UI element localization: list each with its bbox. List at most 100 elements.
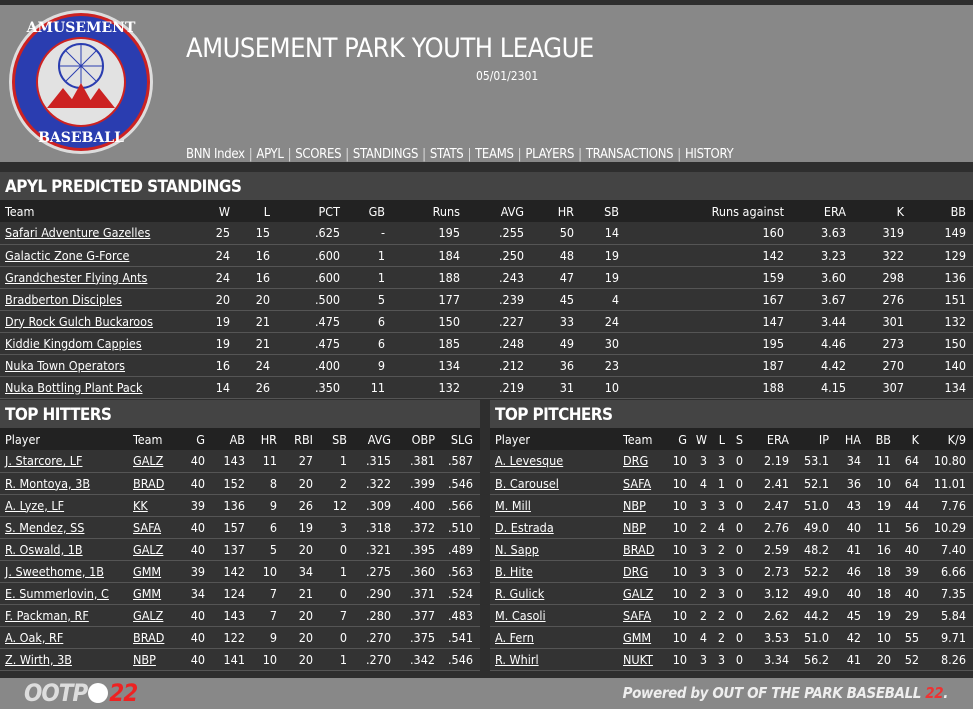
nav-link-standings[interactable]: STANDINGS: [353, 147, 419, 162]
column-header[interactable]: S: [732, 428, 750, 450]
team-link[interactable]: BRAD: [133, 630, 164, 645]
column-header[interactable]: Team: [128, 428, 176, 450]
player-link[interactable]: J. Starcore, LF: [5, 453, 82, 468]
player-link[interactable]: B. Hite: [495, 564, 533, 579]
player-link[interactable]: A. Levesque: [495, 453, 563, 468]
column-header[interactable]: Runs: [392, 200, 467, 222]
column-header[interactable]: ERA: [750, 428, 796, 450]
cell: 10: [668, 450, 694, 473]
column-header[interactable]: AVG: [354, 428, 398, 450]
column-header[interactable]: SLG: [442, 428, 480, 450]
column-header[interactable]: AB: [212, 428, 252, 450]
team-link[interactable]: NUKT: [623, 652, 653, 667]
column-header[interactable]: SB: [320, 428, 354, 450]
column-header[interactable]: K: [898, 428, 926, 450]
player-link[interactable]: Z. Wirth, 3B: [5, 652, 72, 667]
column-header[interactable]: PCT: [277, 200, 347, 222]
column-header[interactable]: Player: [0, 428, 128, 450]
column-header[interactable]: BB: [868, 428, 898, 450]
team-link[interactable]: SAFA: [133, 520, 161, 535]
nav-separator: |: [517, 147, 522, 162]
column-header[interactable]: Team: [0, 200, 200, 222]
column-header[interactable]: Team: [618, 428, 668, 450]
team-link[interactable]: GMM: [623, 630, 651, 645]
column-header[interactable]: HA: [836, 428, 868, 450]
team-link[interactable]: SAFA: [623, 608, 651, 623]
team-link[interactable]: NBP: [133, 652, 156, 667]
team-link[interactable]: Nuka Bottling Plant Pack: [5, 380, 143, 395]
nav-link-teams[interactable]: TEAMS: [475, 147, 514, 162]
team-link[interactable]: GALZ: [133, 453, 163, 468]
player-link[interactable]: A. Lyze, LF: [5, 498, 64, 513]
column-header[interactable]: L: [714, 428, 732, 450]
column-header[interactable]: W: [200, 200, 237, 222]
nav-link-stats[interactable]: STATS: [430, 147, 464, 162]
team-link[interactable]: Kiddie Kingdom Cappies: [5, 336, 142, 351]
column-header[interactable]: IP: [796, 428, 836, 450]
team-link[interactable]: GALZ: [133, 542, 163, 557]
nav-link-players[interactable]: PLAYERS: [525, 147, 574, 162]
player-link[interactable]: J. Sweethome, 1B: [5, 564, 104, 579]
team-link[interactable]: BRAD: [623, 542, 654, 557]
team-link[interactable]: Safari Adventure Gazelles: [5, 225, 150, 240]
player-link[interactable]: M. Mill: [495, 498, 531, 513]
team-link[interactable]: Galactic Zone G-Force: [5, 248, 129, 263]
player-link[interactable]: R. Oswald, 1B: [5, 542, 83, 557]
player-link[interactable]: M. Casoli: [495, 608, 546, 623]
nav-link-bnn-index[interactable]: BNN Index: [186, 147, 245, 162]
player-link[interactable]: R. Whirl: [495, 652, 539, 667]
player-link[interactable]: R. Montoya, 3B: [5, 476, 90, 491]
column-header[interactable]: SB: [581, 200, 626, 222]
team-link[interactable]: NBP: [623, 498, 646, 513]
player-link[interactable]: N. Sapp: [495, 542, 539, 557]
team-link[interactable]: GMM: [133, 586, 161, 601]
team-link[interactable]: BRAD: [133, 476, 164, 491]
column-header[interactable]: Runs against: [626, 200, 791, 222]
player-link[interactable]: A. Oak, RF: [5, 630, 63, 645]
column-header[interactable]: AVG: [467, 200, 531, 222]
column-header[interactable]: Player: [490, 428, 618, 450]
player-link[interactable]: F. Packman, RF: [5, 608, 89, 623]
team-link[interactable]: GMM: [133, 564, 161, 579]
column-header[interactable]: G: [176, 428, 212, 450]
column-header[interactable]: HR: [531, 200, 581, 222]
player-link[interactable]: D. Estrada: [495, 520, 554, 535]
player-link[interactable]: B. Carousel: [495, 476, 559, 491]
column-header[interactable]: G: [668, 428, 694, 450]
column-header[interactable]: W: [694, 428, 714, 450]
team-link[interactable]: Bradberton Disciples: [5, 292, 122, 307]
player-link[interactable]: A. Fern: [495, 630, 534, 645]
ootp-logo[interactable]: OOTP 22: [24, 679, 138, 707]
column-header[interactable]: BB: [911, 200, 973, 222]
column-header[interactable]: HR: [252, 428, 284, 450]
team-link[interactable]: NBP: [623, 520, 646, 535]
team-link[interactable]: Dry Rock Gulch Buckaroos: [5, 314, 153, 329]
cell: 3.23: [791, 244, 853, 267]
team-link[interactable]: DRG: [623, 453, 648, 468]
player-link[interactable]: E. Summerlovin, C: [5, 586, 109, 601]
player-link[interactable]: R. Gulick: [495, 586, 544, 601]
column-header[interactable]: GB: [347, 200, 392, 222]
cell: 24: [200, 244, 237, 267]
nav-link-transactions[interactable]: TRANSACTIONS: [586, 147, 674, 162]
player-link[interactable]: S. Mendez, SS: [5, 520, 84, 535]
column-header[interactable]: K/9: [926, 428, 973, 450]
team-link[interactable]: GALZ: [623, 586, 653, 601]
column-header[interactable]: K: [853, 200, 911, 222]
team-link[interactable]: Nuka Town Operators: [5, 358, 125, 373]
cell: 136: [212, 494, 252, 517]
pitchers-title: TOP PITCHERS: [490, 400, 973, 428]
nav-link-history[interactable]: HISTORY: [685, 147, 734, 162]
team-link[interactable]: SAFA: [623, 476, 651, 491]
team-link[interactable]: GALZ: [133, 608, 163, 623]
team-link[interactable]: DRG: [623, 564, 648, 579]
team-link[interactable]: Grandchester Flying Ants: [5, 270, 147, 285]
team-link[interactable]: KK: [133, 498, 148, 513]
nav-link-apyl[interactable]: APYL: [256, 147, 284, 162]
column-header[interactable]: ERA: [791, 200, 853, 222]
nav-link-scores[interactable]: SCORES: [295, 147, 341, 162]
column-header[interactable]: OBP: [398, 428, 442, 450]
column-header[interactable]: RBI: [284, 428, 320, 450]
league-logo[interactable]: AMUSEMENT BASEBALL: [7, 8, 155, 156]
column-header[interactable]: L: [237, 200, 277, 222]
